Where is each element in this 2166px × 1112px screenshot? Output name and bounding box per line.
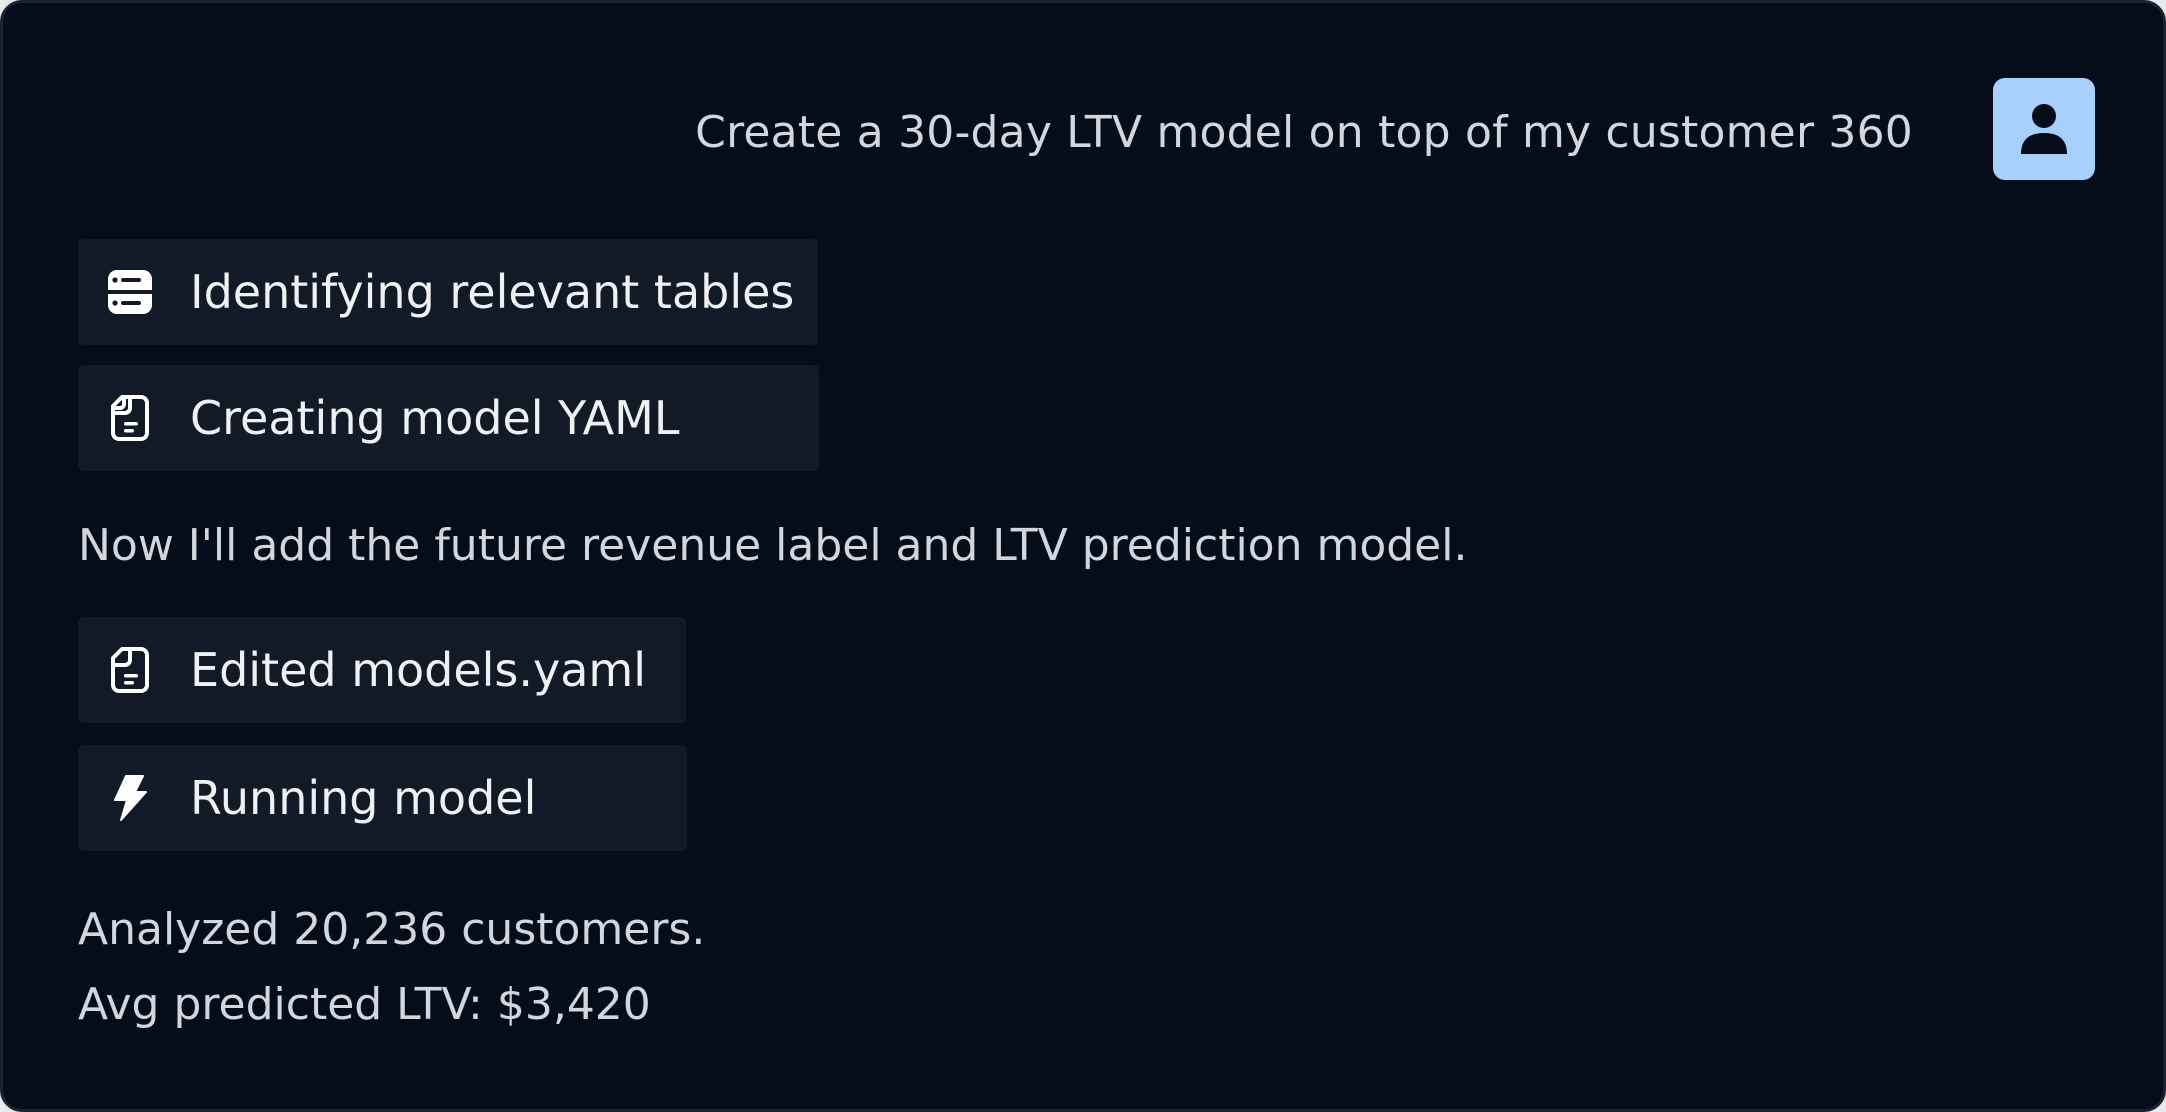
step-identifying-tables[interactable]: Identifying relevant tables <box>78 239 818 345</box>
step-creating-yaml[interactable]: Creating model YAML <box>78 365 819 471</box>
step-label: Edited models.yaml <box>190 643 647 697</box>
result-avg-ltv: Avg predicted LTV: $3,420 <box>78 979 651 1030</box>
user-icon <box>2021 104 2067 154</box>
step-label: Creating model YAML <box>190 391 680 445</box>
step-label: Identifying relevant tables <box>190 265 795 319</box>
step-edited-models[interactable]: Edited models.yaml <box>78 617 686 723</box>
file-icon <box>108 646 152 694</box>
step-running-model[interactable]: Running model <box>78 745 687 851</box>
user-message: Create a 30-day LTV model on top of my c… <box>695 107 1913 158</box>
lightning-icon <box>108 774 152 822</box>
step-label: Running model <box>190 771 537 825</box>
assistant-message: Now I'll add the future revenue label an… <box>78 520 1468 571</box>
result-customers: Analyzed 20,236 customers. <box>78 904 706 955</box>
table-icon <box>108 268 152 316</box>
chat-panel: Create a 30-day LTV model on top of my c… <box>0 0 2166 1112</box>
user-avatar[interactable] <box>1993 78 2095 180</box>
file-icon <box>108 394 152 442</box>
